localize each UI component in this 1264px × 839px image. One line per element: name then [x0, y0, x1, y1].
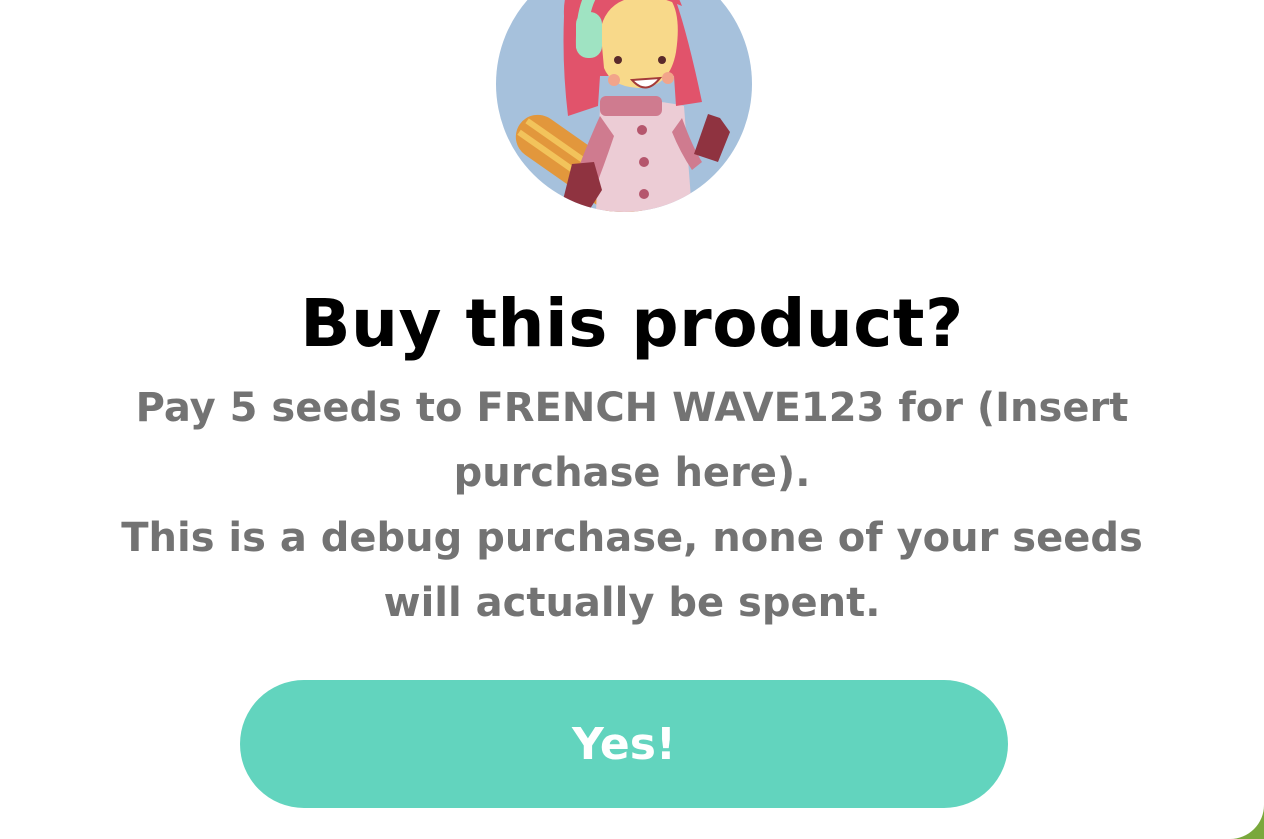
purchase-description: Pay 5 seeds to FRENCH WAVE123 for (Inser…: [135, 385, 1129, 496]
snowboarder-girl-icon: [515, 0, 730, 212]
purchase-confirmation-dialog: Buy this product? Pay 5 seeds to FRENCH …: [0, 0, 1264, 839]
seller-avatar: [496, 0, 752, 212]
debug-notice: This is a debug purchase, none of your s…: [121, 515, 1143, 626]
dialog-message: Pay 5 seeds to FRENCH WAVE123 for (Inser…: [100, 376, 1164, 636]
confirm-purchase-button[interactable]: Yes!: [240, 680, 1008, 808]
dialog-title: Buy this product?: [300, 285, 964, 362]
